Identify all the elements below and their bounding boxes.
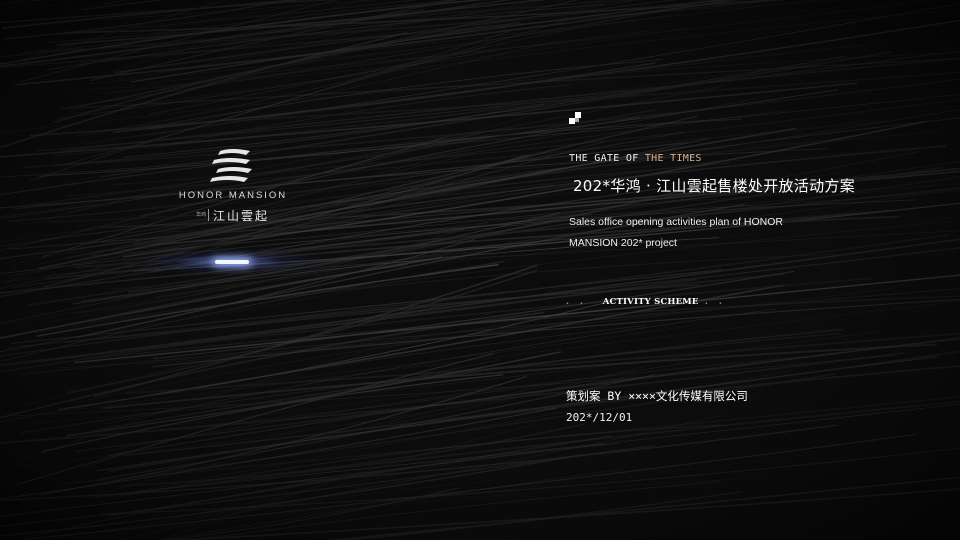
light-flare-core [215, 260, 249, 264]
slide-subtitle: Sales office opening activities plan of … [569, 212, 809, 254]
brand-name-cn: 江山雲起 [213, 208, 270, 223]
brand-divider [208, 209, 209, 221]
scheme-text: ACTIVITY SCHEME [602, 297, 699, 307]
brand-logo: HONOR MANSION 华鸿 江山雲起 [170, 148, 296, 228]
scheme-dots-right: . . [704, 297, 726, 307]
pixel-square-icon [569, 112, 583, 126]
brand-name-row: 华鸿 江山雲起 [196, 206, 269, 224]
brand-name-small: 华鸿 [196, 212, 207, 218]
tagline-highlight: THE TIMES [644, 153, 702, 164]
slide-title: 202*华鸿 · 江山雲起售楼处开放活动方案 [572, 177, 856, 195]
tagline: THE GATE OF THE TIMES [569, 153, 702, 164]
subtitle-line-2: MANSION 202* project [569, 237, 677, 249]
brand-name-en: HONOR MANSION [178, 190, 288, 201]
tagline-prefix: THE GATE OF [569, 153, 645, 164]
activity-scheme-label: . . ACTIVITY SCHEME . . [566, 297, 726, 307]
slide-date: 202*/12/01 [566, 411, 633, 424]
honor-mansion-logo-icon [210, 149, 252, 182]
subtitle-line-1: Sales office opening activities plan of … [569, 216, 783, 228]
planner-credit: 策划案 BY ××××文化传媒有限公司 [566, 389, 748, 403]
scheme-dots-left: . . [566, 297, 587, 307]
